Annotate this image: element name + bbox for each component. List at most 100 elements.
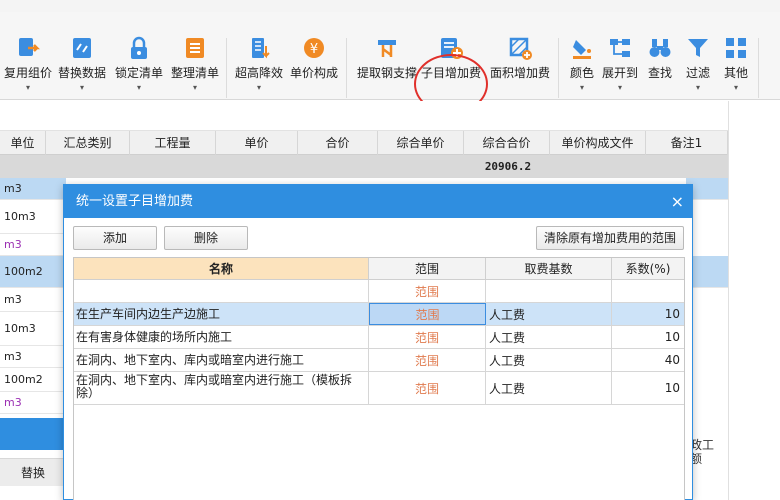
range-cell[interactable]: 范围: [369, 303, 486, 325]
window-title-strip: [0, 0, 780, 12]
toolbar-separator: [226, 38, 227, 98]
grid-unit-cell[interactable]: m3: [0, 178, 66, 200]
organize-list-button[interactable]: 整理清单 ▾: [168, 36, 222, 93]
selected-row-bar[interactable]: [0, 418, 66, 450]
reuse-pricing-icon: [16, 36, 41, 60]
col-header-composite-unit-price[interactable]: 综合单价: [378, 131, 464, 155]
grid-unit-cell[interactable]: 100m2: [0, 256, 66, 288]
replace-data-icon: [70, 36, 94, 60]
table-row[interactable]: 在洞内、地下室内、库内或暗室内进行施工（模板拆除） 范围 人工费 10: [74, 372, 684, 405]
range-cell[interactable]: 范围: [369, 372, 486, 404]
col-header-composite-total[interactable]: 综合合价: [464, 131, 550, 155]
filter-label: 过滤: [685, 66, 710, 80]
clear-range-button[interactable]: 清除原有增加费用的范围: [536, 226, 684, 250]
reuse-pricing-button[interactable]: 复用组价 ▾: [2, 36, 54, 93]
grid-unit-cell[interactable]: 100m2: [0, 368, 66, 392]
table-row[interactable]: 在洞内、地下室内、库内或暗室内进行施工 范围 人工费 40: [74, 349, 684, 372]
name-cell[interactable]: 在生产车间内边生产边施工: [74, 303, 369, 325]
base-cell[interactable]: 人工费: [486, 372, 612, 404]
range-cell[interactable]: 范围: [369, 349, 486, 371]
range-link[interactable]: 范围: [415, 352, 439, 369]
organize-list-label: 整理清单: [170, 66, 219, 80]
col-header-summary-category[interactable]: 汇总类别: [46, 131, 130, 155]
col-header-remark1[interactable]: 备注1: [646, 131, 728, 155]
lock-icon: [127, 36, 151, 60]
grid-unit-cell[interactable]: m3: [0, 346, 66, 368]
right-side-panel: [728, 101, 780, 500]
grid-unit-cell[interactable]: 10m3: [0, 312, 66, 346]
col-header-coefficient[interactable]: 系数(%): [612, 258, 684, 280]
replace-data-button[interactable]: 替换数据 ▾: [56, 36, 108, 93]
unit-price-composition-label: 单价构成: [289, 66, 338, 80]
range-cell[interactable]: 范围: [369, 326, 486, 348]
area-surcharge-label: 面积增加费: [489, 66, 550, 80]
svg-text:¥: ¥: [310, 42, 318, 57]
toolbar: 复用组价 ▾ 替换数据 ▾ 锁定清单 ▾ 整理清单 ▾ 超高降效 ▾ ¥ 单价构…: [0, 12, 780, 114]
replace-button[interactable]: 替换: [0, 458, 66, 486]
toolbar-separator: [346, 38, 347, 98]
grid-unit-cell[interactable]: 10m3: [0, 200, 66, 234]
grid-unit-cell[interactable]: m3: [0, 392, 66, 414]
range-link[interactable]: 范围: [415, 306, 439, 323]
unit-price-composition-icon: ¥: [302, 36, 326, 60]
close-icon[interactable]: ×: [671, 185, 684, 218]
name-cell[interactable]: [74, 280, 369, 302]
other-button[interactable]: 其他 ▾: [720, 36, 752, 93]
coefficient-cell[interactable]: 10: [612, 372, 684, 404]
range-link[interactable]: 范围: [415, 283, 439, 300]
col-header-range[interactable]: 范围: [369, 258, 486, 280]
coefficient-cell[interactable]: 10: [612, 303, 684, 325]
sheet-tab-bar: [0, 101, 780, 131]
filter-button[interactable]: 过滤 ▾: [682, 36, 714, 93]
base-cell[interactable]: 人工费: [486, 326, 612, 348]
extract-steel-support-button[interactable]: 提取钢支撑: [356, 36, 418, 93]
col-header-quantity[interactable]: 工程量: [130, 131, 216, 155]
base-cell[interactable]: 人工费: [486, 303, 612, 325]
grid-apps-icon: [724, 36, 748, 60]
lock-list-button[interactable]: 锁定清单 ▾: [112, 36, 166, 93]
range-link[interactable]: 范围: [415, 380, 439, 397]
name-cell[interactable]: 在洞内、地下室内、库内或暗室内进行施工: [74, 349, 369, 371]
base-cell[interactable]: 人工费: [486, 349, 612, 371]
other-label: 其他: [723, 66, 748, 80]
grid-unit-cell[interactable]: m3: [0, 234, 66, 256]
grid-unit-cell[interactable]: m3: [0, 288, 66, 312]
find-label: 查找: [647, 66, 672, 80]
find-button[interactable]: 查找: [644, 36, 676, 93]
dialog-title-bar[interactable]: 统一设置子目增加费 ×: [64, 185, 692, 218]
name-cell[interactable]: 在有害身体健康的场所内施工: [74, 326, 369, 348]
coefficient-cell[interactable]: [612, 280, 684, 302]
range-link[interactable]: 范围: [415, 329, 439, 346]
unit-price-composition-button[interactable]: ¥ 单价构成: [288, 36, 340, 93]
table-row[interactable]: 在有害身体健康的场所内施工 范围 人工费 10: [74, 326, 684, 349]
base-cell[interactable]: [486, 280, 612, 302]
grid-header: 单位 汇总类别 工程量 单价 合价 综合单价 综合合价 单价构成文件 备注1: [0, 131, 728, 155]
summary-row[interactable]: 20906.2: [0, 155, 728, 178]
col-header-unit-price[interactable]: 单价: [216, 131, 298, 155]
col-header-name[interactable]: 名称: [74, 258, 369, 280]
toolbar-separator: [758, 38, 759, 98]
high-rise-efficiency-button[interactable]: 超高降效 ▾: [232, 36, 286, 93]
expand-to-button[interactable]: 展开到 ▾: [600, 36, 640, 93]
col-header-unit[interactable]: 单位: [0, 131, 46, 155]
high-rise-efficiency-label: 超高降效: [234, 66, 283, 80]
table-row-selected[interactable]: 在生产车间内边生产边施工 范围 人工费 10: [74, 303, 684, 326]
paint-bucket-icon: [570, 36, 594, 60]
toolbar-separator: [558, 38, 559, 98]
coefficient-cell[interactable]: 40: [612, 349, 684, 371]
area-surcharge-button[interactable]: 面积增加费: [488, 36, 552, 93]
lock-list-label: 锁定清单: [114, 66, 163, 80]
col-header-total-price[interactable]: 合价: [298, 131, 378, 155]
table-row[interactable]: 范围: [74, 280, 684, 303]
color-button[interactable]: 颜色 ▾: [564, 36, 600, 93]
filter-funnel-icon: [686, 36, 710, 60]
organize-list-icon: [183, 36, 207, 60]
range-cell[interactable]: 范围: [369, 280, 486, 302]
col-header-price-composition-file[interactable]: 单价构成文件: [550, 131, 646, 155]
name-cell[interactable]: 在洞内、地下室内、库内或暗室内进行施工（模板拆除）: [74, 372, 369, 404]
reuse-pricing-label: 复用组价: [3, 66, 52, 80]
delete-button[interactable]: 删除: [164, 226, 248, 250]
col-header-base[interactable]: 取费基数: [486, 258, 612, 280]
coefficient-cell[interactable]: 10: [612, 326, 684, 348]
add-button[interactable]: 添加: [73, 226, 157, 250]
